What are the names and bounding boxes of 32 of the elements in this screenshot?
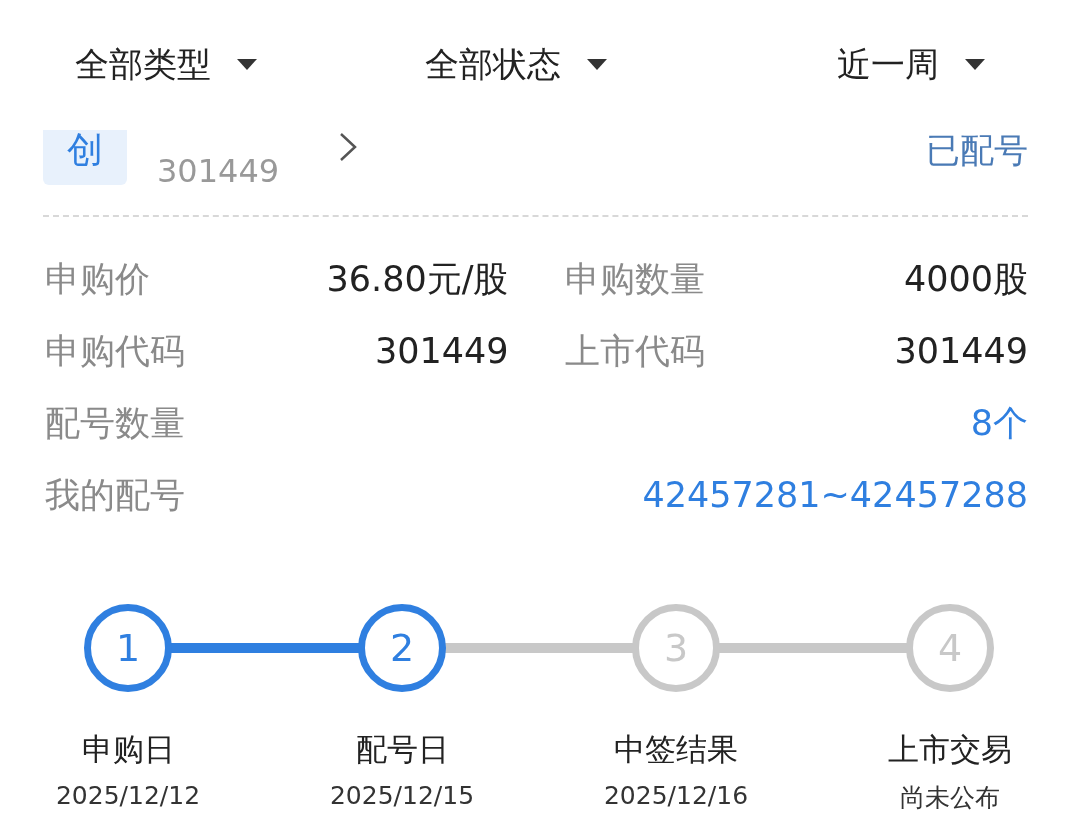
- step-label: 申购日: [81, 730, 175, 769]
- filter-dropdown[interactable]: 近一周: [837, 42, 985, 88]
- filter-dropdown[interactable]: 全部类型: [75, 42, 257, 88]
- field-value: 36.80元/股: [326, 257, 509, 301]
- step-date: 2025/12/15: [329, 781, 475, 810]
- field-value[interactable]: 8个: [970, 399, 1028, 447]
- caret-icon: [237, 59, 257, 71]
- status-label: 已配号: [926, 129, 1028, 172]
- field-value: 301449: [374, 331, 509, 371]
- field-label: 配号数量: [45, 401, 185, 445]
- field-value: 4000股: [903, 257, 1028, 301]
- step-date: 尚未公布: [900, 782, 1000, 814]
- field-label: 申购数量: [564, 257, 705, 301]
- step-date: 2025/12/12: [55, 781, 201, 810]
- step-label: 配号日: [355, 730, 449, 769]
- field-label: 申购价: [45, 257, 150, 301]
- field-value[interactable]: 42457281~42457288: [642, 475, 1028, 515]
- step-circle: 1: [84, 604, 172, 692]
- field-label: 上市代码: [564, 329, 705, 373]
- board-badge: 创: [43, 130, 127, 185]
- step-label: 中签结果: [614, 730, 738, 769]
- caret-icon: [586, 59, 607, 71]
- step-label: 上市交易: [888, 730, 1012, 769]
- filter-dropdown[interactable]: 全部状态: [424, 42, 607, 88]
- step-circle: 2: [358, 604, 446, 692]
- field-value: 301449: [894, 331, 1028, 371]
- field-label: 申购代码: [45, 329, 185, 373]
- field-label: 我的配号: [45, 473, 185, 517]
- stock-code: 301449: [157, 152, 280, 190]
- caret-icon: [965, 59, 985, 71]
- chevron-right-icon[interactable]: [339, 132, 358, 162]
- step-date: 2025/12/16: [603, 781, 749, 810]
